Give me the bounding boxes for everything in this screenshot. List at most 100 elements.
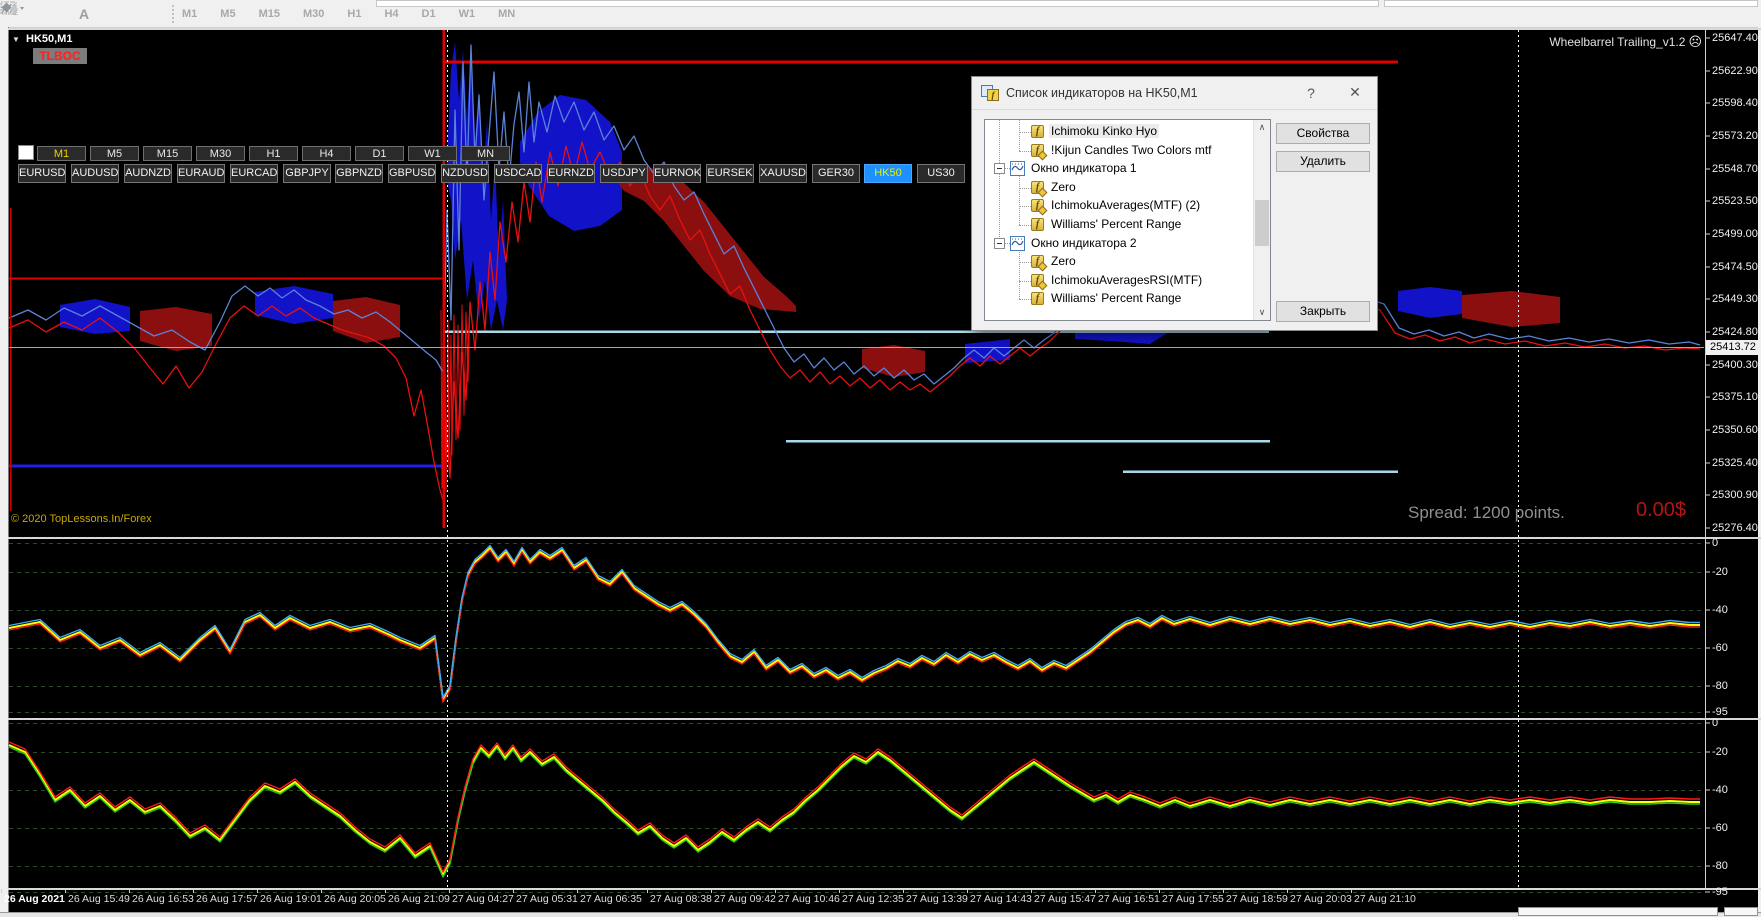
delete-button[interactable]: Удалить — [1276, 151, 1370, 172]
indicator-axis-label: -20 — [1712, 566, 1728, 578]
symbol-button-eursek[interactable]: EURSEK — [706, 164, 754, 183]
indicator-axis-label: 0 — [1712, 537, 1719, 549]
symbol-button-us30[interactable]: US30 — [917, 164, 965, 183]
timeframe-button-w1[interactable]: W1 — [408, 146, 457, 161]
timeframe-button-mn[interactable]: MN — [461, 146, 510, 161]
custom-indicator-icon: f — [1031, 180, 1044, 194]
price-axis-label: 25622.90 — [1712, 65, 1758, 77]
price-axis-label: 25350.60 — [1712, 424, 1758, 436]
help-button[interactable]: ? — [1303, 85, 1319, 101]
indicator-icon: f — [1031, 292, 1044, 306]
timeframe-button-m30[interactable]: M30 — [196, 146, 245, 161]
current-price-tag: 25413.72 — [1706, 340, 1758, 355]
symbol-button-usdjpy[interactable]: USDJPY — [600, 164, 648, 183]
close-icon[interactable]: ✕ — [1347, 84, 1363, 101]
time-axis-label: 27 Aug 05:31 — [516, 893, 578, 905]
indicator-axis-label: -80 — [1712, 860, 1728, 872]
indicator-item-label: Williams' Percent Range — [1051, 291, 1182, 306]
custom-indicator-icon: f — [1031, 143, 1044, 157]
symbol-button-ger30[interactable]: GER30 — [812, 164, 860, 183]
timeframe-button-d1[interactable]: D1 — [355, 146, 404, 161]
timeframe-button-h1[interactable]: H1 — [249, 146, 298, 161]
time-axis-label: 27 Aug 04:27 — [452, 893, 514, 905]
timeframe-button-h4[interactable]: H4 — [302, 146, 351, 161]
symbol-button-gbpusd[interactable]: GBPUSD — [388, 164, 436, 183]
symbol-button-gbpnzd[interactable]: GBPNZD — [335, 164, 383, 183]
indicator-icon: f — [1031, 218, 1044, 231]
dialog-titlebar[interactable]: f Список индикаторов на HK50,M1 ? ✕ — [972, 77, 1377, 110]
symbol-button-gbpjpy[interactable]: GBPJPY — [283, 164, 331, 183]
list-scrollbar[interactable]: ∧ ∨ — [1253, 120, 1270, 320]
chart-symbol-label: HK50,M1 — [26, 33, 73, 45]
price-axis-label: 25523.50 — [1712, 195, 1758, 207]
indicator-item-label: !Kijun Candles Two Colors mtf — [1051, 142, 1212, 157]
price-axis-label: 25573.20 — [1712, 130, 1758, 142]
bottom-panel-strip — [0, 912, 1761, 917]
indicator-item-1[interactable]: f !Kijun Candles Two Colors mtf — [985, 142, 1253, 160]
indicator-item-0[interactable]: f Ichimoku Kinko Hyo — [985, 123, 1253, 141]
properties-button[interactable]: Свойства — [1276, 123, 1370, 144]
timeframe-button-m15[interactable]: M15 — [143, 146, 192, 161]
indicator-item-label: IchimokuAveragesRSI(MTF) — [1051, 272, 1203, 287]
time-axis-label: 27 Aug 21:10 — [1354, 893, 1416, 905]
scroll-down-icon[interactable]: ∨ — [1254, 305, 1270, 320]
symbol-button-eurusd[interactable]: EURUSD — [18, 164, 66, 183]
sad-face-icon: ☹ — [1688, 34, 1702, 49]
price-axis-label: 25300.90 — [1712, 489, 1758, 501]
indicator-axis-label: -95 — [1712, 886, 1728, 898]
indicator-item-8[interactable]: f IchimokuAveragesRSI(MTF) — [985, 272, 1253, 290]
indicator-item-label: Williams' Percent Range — [1051, 217, 1182, 231]
indicator-item-9[interactable]: f Williams' Percent Range — [985, 290, 1253, 308]
chart-canvas[interactable] — [0, 0, 1761, 916]
indicator-item-6[interactable]: Окно индикатора 2 — [985, 235, 1253, 253]
blank-timeframe-button[interactable] — [18, 145, 34, 160]
price-axis-label: 25647.40 — [1712, 32, 1758, 44]
indicator-axis-label: -60 — [1712, 822, 1728, 834]
tree-stub — [1019, 225, 1031, 226]
symbol-dropdown-icon[interactable]: ▼ — [12, 35, 20, 44]
symbol-button-eurnok[interactable]: EURNOK — [653, 164, 701, 183]
indicator-axis-label: -60 — [1712, 642, 1728, 654]
symbol-button-euraud[interactable]: EURAUD — [177, 164, 225, 183]
price-axis-label: 25474.50 — [1712, 261, 1758, 273]
indicator-item-5[interactable]: f Williams' Percent Range — [985, 216, 1253, 234]
indicator-item-label: Ichimoku Kinko Hyo — [1049, 124, 1160, 138]
mt4-terminal: { "toolbar": { "icons": ["indicators-ico… — [0, 0, 1761, 917]
symbol-button-audnzd[interactable]: AUDNZD — [124, 164, 172, 183]
collapse-icon[interactable] — [994, 237, 1005, 249]
indicator-item-7[interactable]: f Zero — [985, 253, 1253, 271]
scrollbar-thumb[interactable] — [1255, 200, 1269, 246]
tree-stub — [1019, 206, 1031, 208]
tlboc-indicator-label[interactable]: TLBOC — [33, 48, 87, 64]
indicator-axis-label: 0 — [1712, 717, 1719, 729]
time-axis-label: 26 Aug 2021 — [4, 893, 65, 905]
price-axis-label: 25598.40 — [1712, 97, 1758, 109]
indicator-item-2[interactable]: Окно индикатора 1 — [985, 160, 1253, 178]
time-axis-label: 27 Aug 12:35 — [842, 893, 904, 905]
symbol-button-nzdusd[interactable]: NZDUSD — [441, 164, 489, 183]
close-button[interactable]: Закрыть — [1276, 301, 1370, 322]
indicator-item-4[interactable]: f IchimokuAverages(MTF) (2) — [985, 197, 1253, 215]
profit-label: 0.00$ — [1636, 499, 1687, 521]
indicator-item-label: IchimokuAverages(MTF) (2) — [1051, 198, 1201, 213]
symbol-button-hk50[interactable]: HK50 — [864, 164, 912, 183]
indicator-item-3[interactable]: f Zero — [985, 179, 1253, 197]
scroll-up-icon[interactable]: ∧ — [1254, 120, 1270, 135]
symbol-button-usdcad[interactable]: USDCAD — [494, 164, 542, 183]
collapse-icon[interactable] — [994, 163, 1005, 175]
symbol-button-eurnzd[interactable]: EURNZD — [547, 164, 595, 183]
time-axis-label: 27 Aug 09:42 — [714, 893, 776, 905]
symbol-button-eurcad[interactable]: EURCAD — [230, 164, 278, 183]
dialog-title: Список индикаторов на HK50,M1 — [1006, 86, 1198, 100]
tree-stub — [1019, 280, 1031, 282]
timeframe-button-m1[interactable]: M1 — [37, 146, 86, 161]
custom-indicator-icon: f — [1031, 255, 1044, 269]
indicator-tree-list[interactable]: ∧ ∨ f Ichimoku Kinko Hyo f !Kijun Candles T… — [984, 119, 1271, 321]
symbol-button-xauusd[interactable]: XAUUSD — [759, 164, 807, 183]
time-axis-label: 27 Aug 10:46 — [778, 893, 840, 905]
symbol-button-audusd[interactable]: AUDUSD — [71, 164, 119, 183]
time-axis-label: 27 Aug 18:59 — [1226, 893, 1288, 905]
bottom-panel-box-2 — [1724, 907, 1758, 916]
indicator-icon: f — [1031, 125, 1044, 138]
timeframe-button-m5[interactable]: M5 — [90, 146, 139, 161]
